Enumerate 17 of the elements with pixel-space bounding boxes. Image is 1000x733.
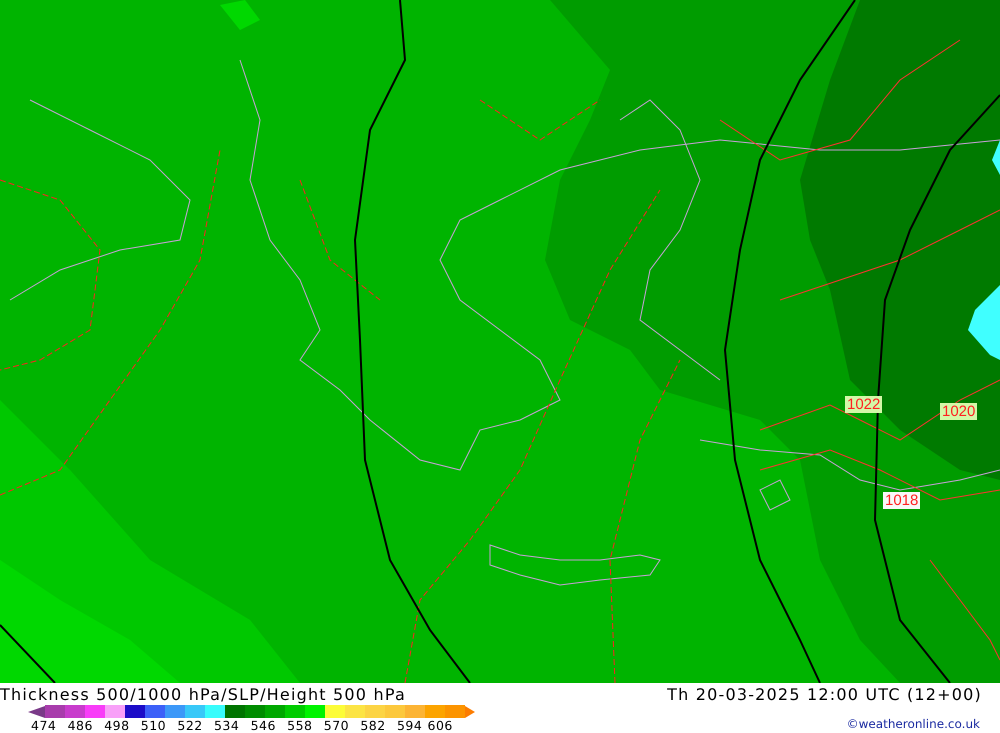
legend-label: 534 bbox=[214, 718, 240, 733]
legend-label: 498 bbox=[104, 718, 131, 733]
legend-label: 486 bbox=[68, 718, 94, 733]
credit-link[interactable]: ©weatheronline.co.uk bbox=[846, 717, 980, 731]
isobar-label: 1020 bbox=[940, 403, 978, 420]
legend-label: 558 bbox=[287, 718, 314, 733]
legend-label: 546 bbox=[250, 718, 277, 733]
legend-label: 606 bbox=[428, 718, 453, 733]
map-title: Thickness 500/1000 hPa/SLP/Height 500 hPa bbox=[0, 684, 406, 704]
legend-label: 570 bbox=[324, 718, 350, 733]
legend-label: 474 bbox=[31, 718, 58, 733]
legend-label: 510 bbox=[140, 718, 168, 733]
legend-label: 522 bbox=[177, 718, 204, 733]
isobar-label: 1022 bbox=[845, 396, 882, 413]
valid-time: Th 20-03-2025 12:00 UTC (12+00) bbox=[667, 684, 982, 704]
legend-label: 582 bbox=[360, 718, 387, 733]
isobar-label: 1018 bbox=[883, 492, 920, 509]
